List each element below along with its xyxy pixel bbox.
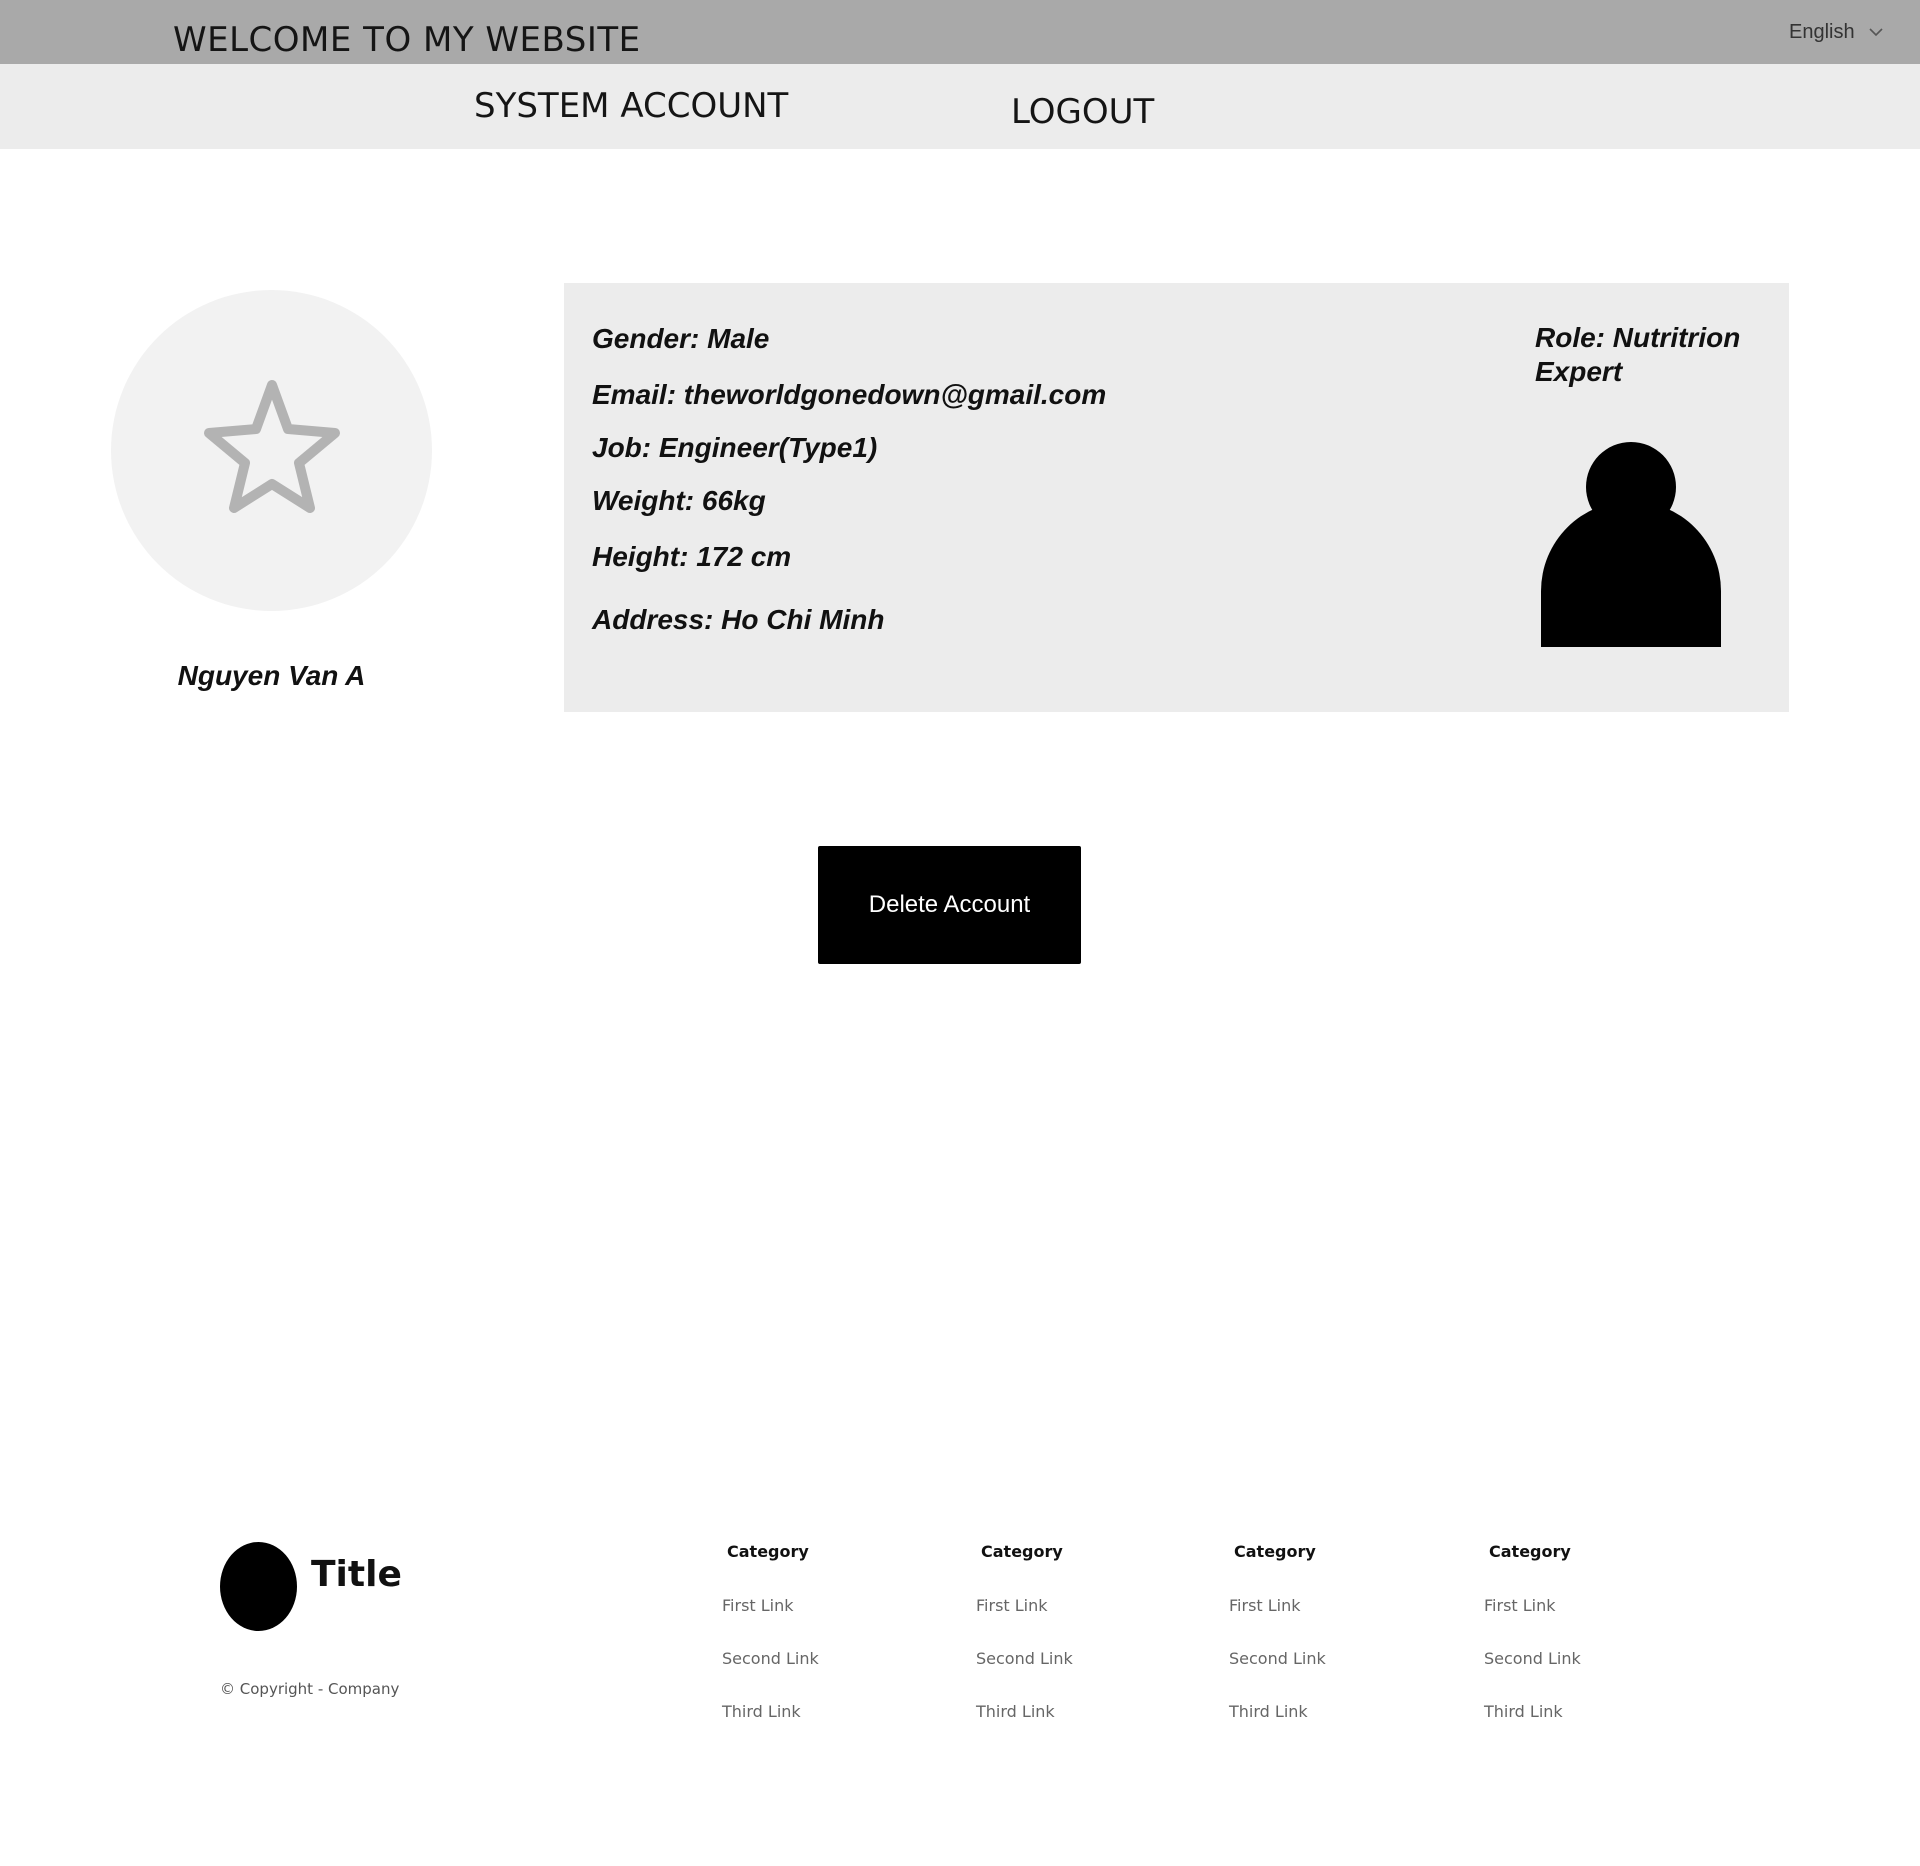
nav-bar: SYSTEM ACCOUNT LOGOUT	[0, 64, 1920, 149]
footer-link[interactable]: Third Link	[976, 1702, 1055, 1721]
weight-field: Weight: 66kg	[592, 485, 766, 516]
footer-link[interactable]: First Link	[1229, 1596, 1301, 1615]
copyright-text: © Copyright - Company	[220, 1680, 400, 1698]
chevron-down-icon	[1869, 27, 1883, 37]
height-field: Height: 172 cm	[592, 541, 792, 572]
footer-logo	[220, 1542, 297, 1631]
user-name: Nguyen Van A	[177, 660, 366, 691]
profile-info-panel: Gender: Male Email: theworldgonedown@gma…	[564, 283, 1789, 712]
profile-avatar	[111, 290, 432, 611]
delete-account-button[interactable]: Delete Account	[818, 846, 1081, 964]
footer-link[interactable]: First Link	[1484, 1596, 1556, 1615]
star-icon	[197, 373, 347, 528]
footer-title: Title	[311, 1554, 402, 1595]
footer-link[interactable]: First Link	[976, 1596, 1048, 1615]
language-selector[interactable]: English	[1789, 18, 1883, 46]
footer-link[interactable]: Second Link	[1484, 1649, 1581, 1668]
footer-link[interactable]: Third Link	[1484, 1702, 1563, 1721]
site-title: WELCOME TO MY WEBSITE	[173, 20, 641, 60]
role-field: Role: Nutritrion Expert	[1535, 322, 1741, 387]
footer-link[interactable]: First Link	[722, 1596, 794, 1615]
footer-link[interactable]: Second Link	[976, 1649, 1073, 1668]
language-label: English	[1789, 20, 1855, 43]
footer-link[interactable]: Third Link	[1229, 1702, 1308, 1721]
nav-logout[interactable]: LOGOUT	[1011, 90, 1154, 134]
email-field: Email: theworldgonedown@gmail.com	[592, 379, 1107, 410]
person-icon	[1540, 441, 1722, 652]
nav-system-account[interactable]: SYSTEM ACCOUNT	[474, 84, 788, 128]
job-field: Job: Engineer(Type1)	[592, 432, 878, 463]
footer-link[interactable]: Second Link	[1229, 1649, 1326, 1668]
gender-field: Gender: Male	[592, 323, 770, 354]
footer-category: Category	[1234, 1542, 1316, 1561]
footer-category: Category	[727, 1542, 809, 1561]
address-field: Address: Ho Chi Minh	[592, 604, 885, 635]
footer-category: Category	[981, 1542, 1063, 1561]
footer-link[interactable]: Second Link	[722, 1649, 819, 1668]
top-bar: WELCOME TO MY WEBSITE English	[0, 0, 1920, 64]
footer-link[interactable]: Third Link	[722, 1702, 801, 1721]
footer-category: Category	[1489, 1542, 1571, 1561]
